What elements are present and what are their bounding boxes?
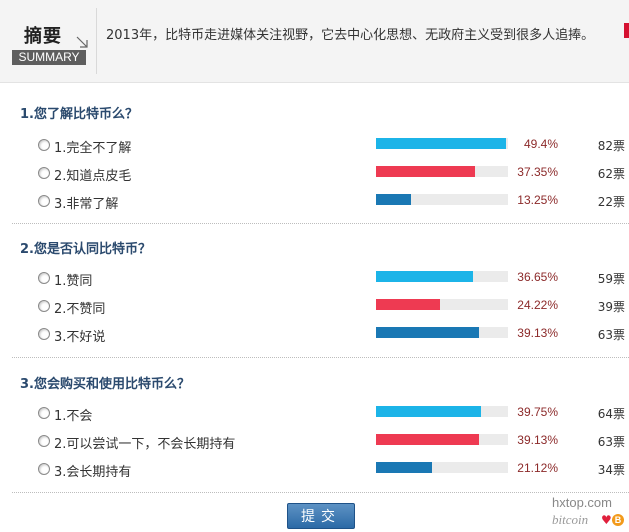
question-title: 1.您了解比特币么？: [20, 107, 138, 122]
option-votes: 22票: [597, 195, 625, 209]
option-votes: 82票: [597, 139, 625, 153]
poll-option: 3.非常了解 13.25% 22票: [0, 192, 629, 212]
option-votes: 63票: [597, 435, 625, 449]
option-label[interactable]: 1.赞同: [54, 270, 92, 289]
poll-option: 3.不好说 39.13% 63票: [0, 325, 629, 345]
summary-title: 摘要: [24, 26, 62, 47]
submit-button[interactable]: 提交: [287, 503, 355, 529]
option-percent: 36.65%: [517, 270, 558, 284]
option-percent: 39.13%: [517, 433, 558, 447]
option-votes: 63票: [597, 328, 625, 342]
question-divider: [12, 223, 629, 224]
result-bar-fill: [376, 194, 411, 205]
option-percent: 39.13%: [517, 326, 558, 340]
result-bar-track: [376, 462, 508, 473]
option-votes: 34票: [597, 463, 625, 477]
watermark-brand: bitcoin: [552, 512, 589, 527]
poll-option: 3.会长期持有 21.12% 34票: [0, 460, 629, 480]
result-bar-track: [376, 271, 508, 282]
summary-label: SUMMARY: [12, 50, 86, 65]
result-bar-fill: [376, 434, 480, 445]
result-bar-fill: [376, 327, 480, 338]
poll-option: 1.赞同 36.65% 59票: [0, 269, 629, 289]
option-radio[interactable]: [38, 272, 50, 284]
result-bar-track: [376, 166, 508, 177]
option-label[interactable]: 1.完全不了解: [54, 137, 131, 156]
corner-arrow-icon: [76, 36, 88, 48]
option-percent: 37.35%: [517, 165, 558, 179]
question-divider: [12, 492, 629, 493]
option-label[interactable]: 3.会长期持有: [54, 461, 131, 480]
option-percent: 13.25%: [517, 193, 558, 207]
option-label[interactable]: 2.可以尝试一下，不会长期持有: [54, 433, 235, 452]
result-bar-fill: [376, 462, 432, 473]
question-title: 3.您会购买和使用比特币么？: [20, 377, 190, 392]
watermark: hxtop.com bitcoin ♥ B: [552, 495, 629, 532]
result-bar-fill: [376, 406, 481, 417]
option-label[interactable]: 3.非常了解: [54, 193, 118, 212]
option-radio[interactable]: [38, 139, 50, 151]
poll-option: 2.知道点皮毛 37.35% 62票: [0, 164, 629, 184]
summary-edge-mark: [624, 23, 629, 38]
option-label[interactable]: 1.不会: [54, 405, 92, 424]
heart-icon: ♥: [601, 513, 612, 527]
option-votes: 59票: [597, 272, 625, 286]
summary-text: 2013年，比特币走进媒体关注视野，它去中心化思想、无政府主义受到很多人追捧。: [106, 28, 595, 43]
option-label[interactable]: 2.不赞同: [54, 298, 105, 317]
result-bar-track: [376, 194, 508, 205]
option-radio[interactable]: [38, 328, 50, 340]
question-divider: [12, 357, 629, 358]
result-bar-fill: [376, 271, 473, 282]
option-percent: 49.4%: [523, 137, 558, 151]
watermark-site: hxtop.com: [552, 495, 612, 510]
result-bar-track: [376, 138, 508, 149]
result-bar-track: [376, 406, 508, 417]
option-votes: 64票: [597, 407, 625, 421]
result-bar-track: [376, 327, 508, 338]
option-percent: 21.12%: [517, 461, 558, 475]
result-bar-fill: [376, 299, 440, 310]
poll-option: 2.不赞同 24.22% 39票: [0, 297, 629, 317]
poll-option: 2.可以尝试一下，不会长期持有 39.13% 63票: [0, 432, 629, 452]
option-percent: 24.22%: [517, 298, 558, 312]
option-radio[interactable]: [38, 435, 50, 447]
summary-divider: [96, 8, 97, 74]
option-label[interactable]: 2.知道点皮毛: [54, 165, 131, 184]
option-radio[interactable]: [38, 300, 50, 312]
summary-badge: 摘要 SUMMARY: [10, 14, 88, 65]
option-votes: 39票: [597, 300, 625, 314]
option-votes: 62票: [597, 167, 625, 181]
question-title: 2.您是否认同比特币？: [20, 242, 151, 257]
result-bar-fill: [376, 166, 475, 177]
result-bar-fill: [376, 138, 507, 149]
option-radio[interactable]: [38, 407, 50, 419]
result-bar-track: [376, 299, 508, 310]
summary-panel: 摘要 SUMMARY 2013年，比特币走进媒体关注视野，它去中心化思想、无政府…: [0, 0, 629, 83]
option-radio[interactable]: [38, 167, 50, 179]
option-percent: 39.75%: [517, 405, 558, 419]
option-radio[interactable]: [38, 463, 50, 475]
option-radio[interactable]: [38, 195, 50, 207]
option-label[interactable]: 3.不好说: [54, 326, 105, 345]
poll-option: 1.不会 39.75% 64票: [0, 404, 629, 424]
poll-option: 1.完全不了解 49.4% 82票: [0, 136, 629, 156]
result-bar-track: [376, 434, 508, 445]
bitcoin-coin-icon: B: [612, 514, 624, 526]
